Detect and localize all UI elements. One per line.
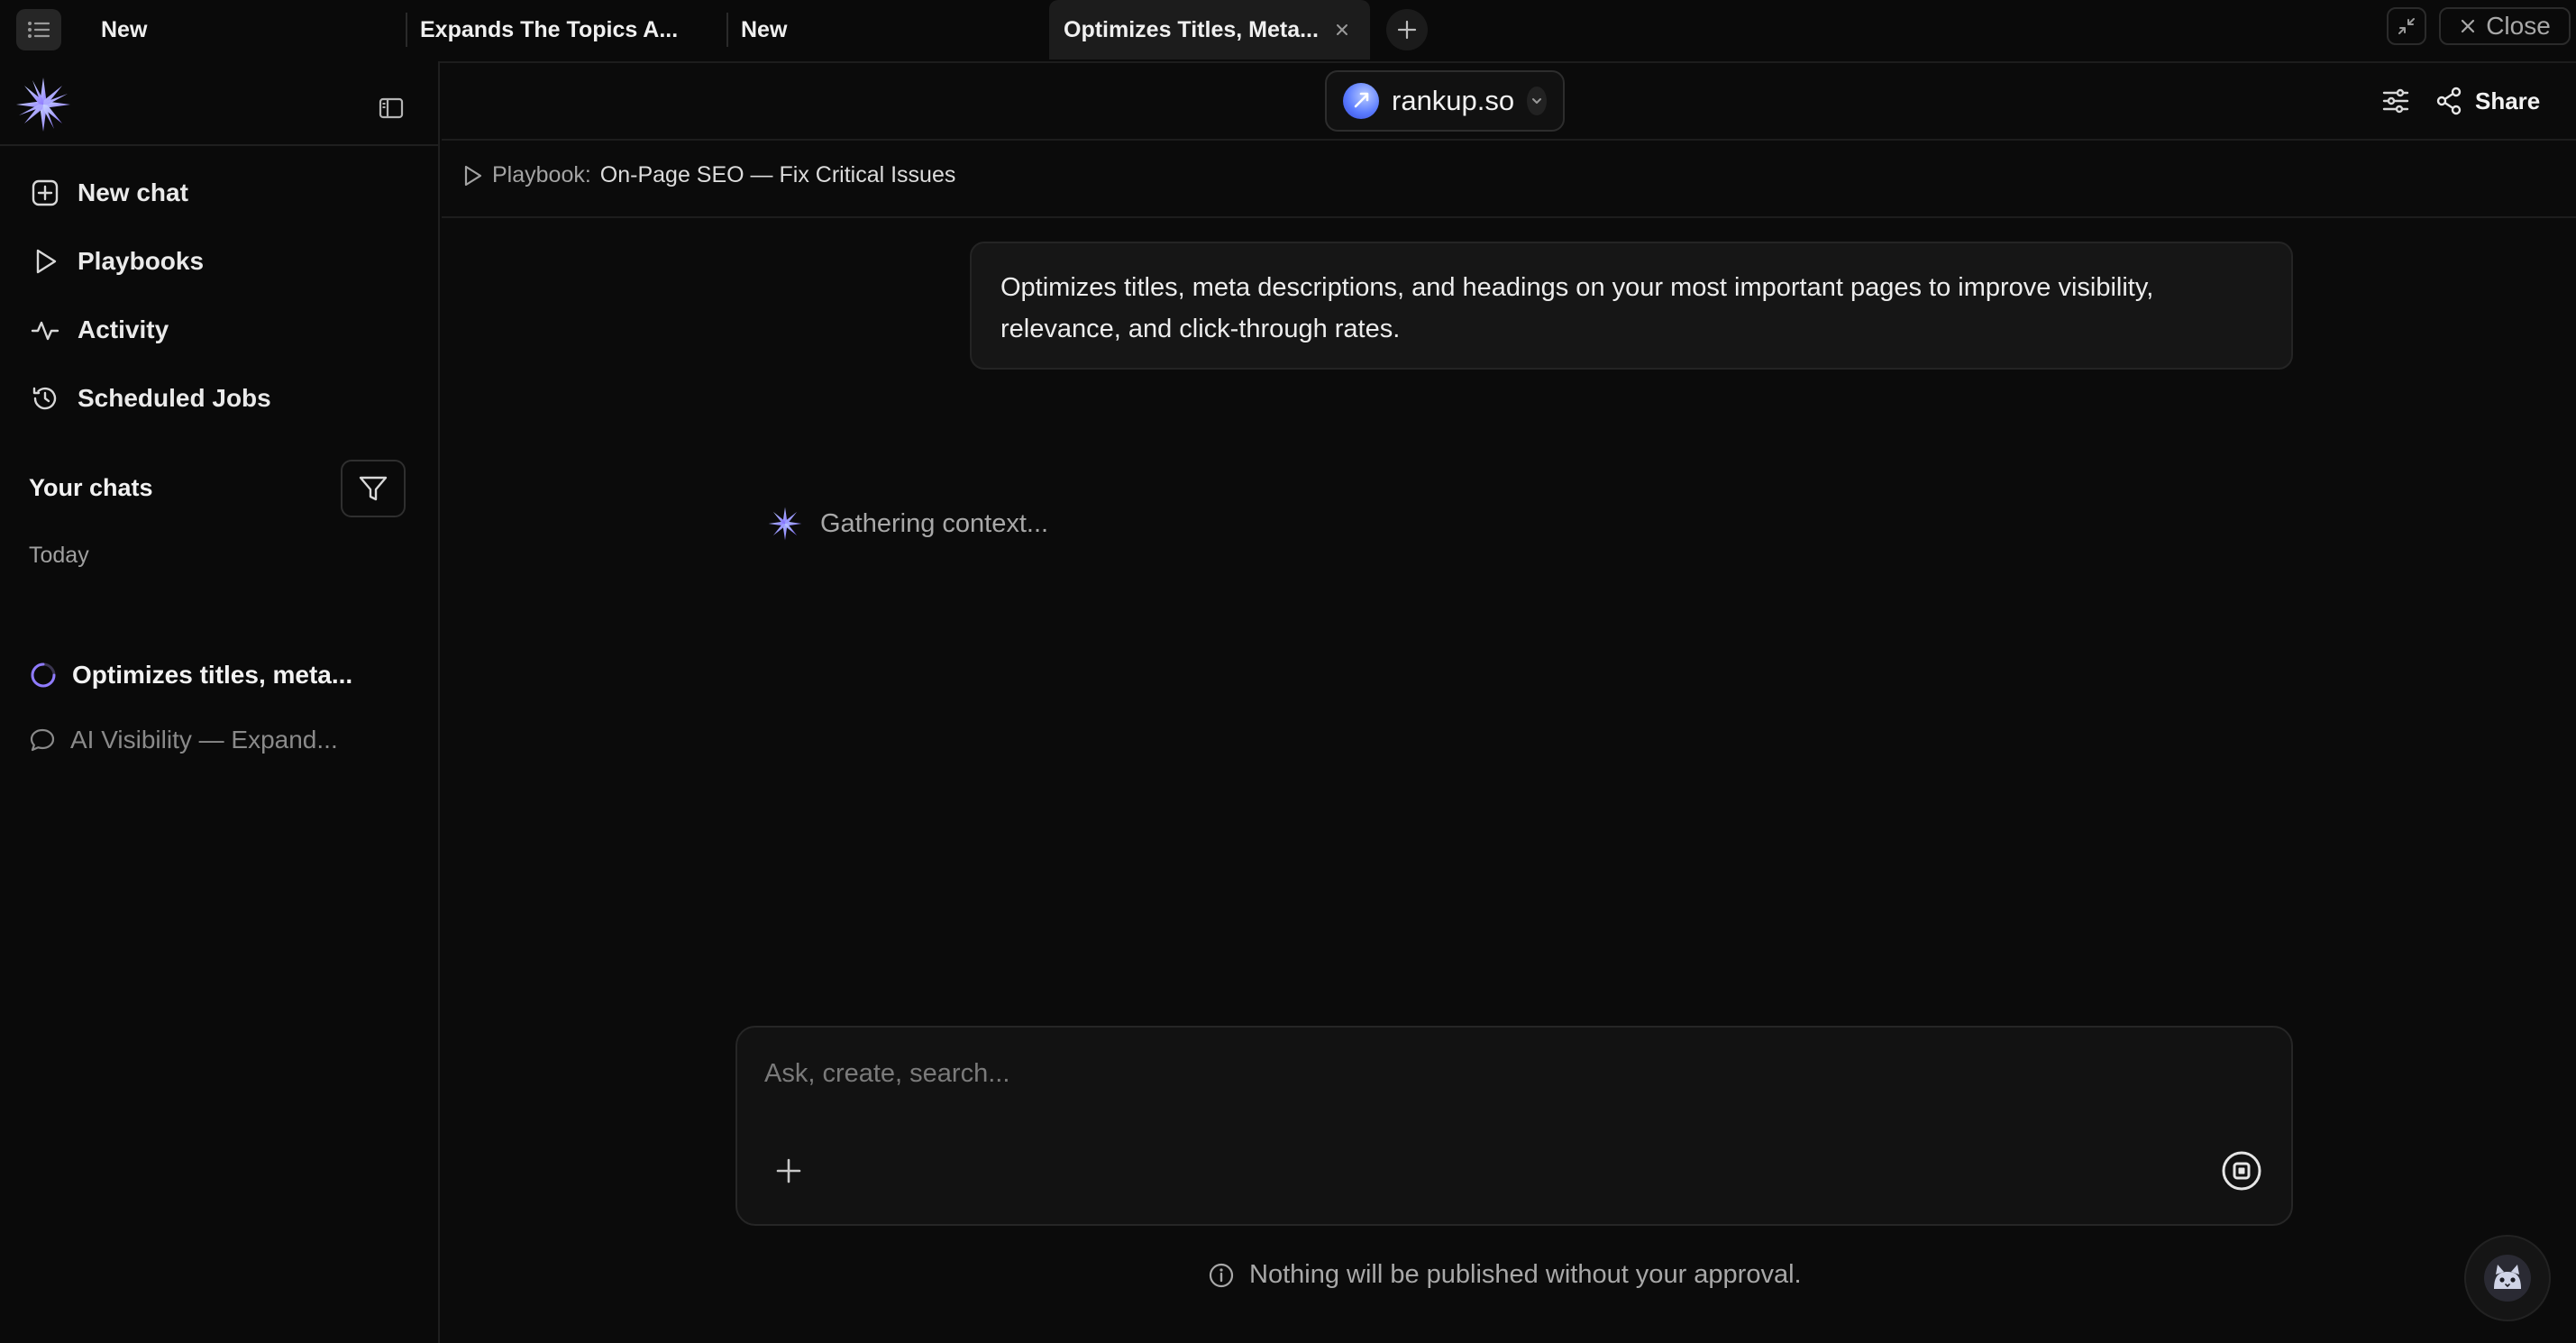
loading-spinner-icon	[31, 662, 56, 688]
close-window-label: Close	[2486, 12, 2551, 40]
tab-label: Expands The Topics A...	[420, 16, 679, 42]
filter-chats-button[interactable]	[341, 460, 406, 517]
stop-icon	[2222, 1151, 2261, 1191]
sidebar-item-label: Playbooks	[78, 247, 205, 275]
sidebar-icon	[379, 97, 404, 119]
your-chats-title: Your chats	[29, 474, 153, 501]
message-composer	[735, 1026, 2293, 1226]
plus-icon	[1397, 20, 1417, 40]
tab-new-2[interactable]: New	[726, 0, 1047, 59]
sliders-icon	[2382, 88, 2409, 114]
tab-label: Optimizes Titles, Meta...	[1064, 16, 1319, 42]
chat-item-label: AI Visibility — Expand...	[70, 726, 338, 754]
sidebar-item-scheduled-jobs[interactable]: Scheduled Jobs	[14, 370, 425, 427]
collapse-sidebar-button[interactable]	[371, 88, 411, 128]
play-icon	[36, 249, 57, 274]
tab-close-button[interactable]	[1332, 20, 1352, 40]
cat-avatar-icon	[2484, 1255, 2531, 1302]
approval-disclaimer: Nothing will be published without your a…	[1208, 1260, 1802, 1290]
workspace-logo	[1343, 83, 1379, 119]
tab-optimizes-titles[interactable]: Optimizes Titles, Meta...	[1049, 0, 1370, 59]
workspace-selector[interactable]: rankup.so	[1325, 70, 1565, 132]
add-attachment-button[interactable]	[764, 1147, 813, 1195]
share-label: Share	[2475, 87, 2541, 114]
tab-list-button[interactable]	[16, 9, 61, 50]
tab-label: New	[101, 16, 148, 42]
breadcrumb-prefix: Playbook:	[492, 162, 591, 187]
starburst-logo-icon	[16, 78, 70, 132]
chat-item-label: Optimizes titles, meta...	[72, 661, 353, 689]
chat-item-optimizes-titles[interactable]: Optimizes titles, meta...	[29, 653, 425, 698]
tab-label: New	[741, 16, 788, 42]
chat-bubble-icon	[30, 728, 55, 752]
plus-square-icon	[32, 179, 59, 206]
agent-status-text: Gathering context...	[820, 508, 1049, 538]
chevron-down-icon	[1532, 98, 1542, 104]
sidebar: New chat Playbooks Activity Scheduled Jo…	[0, 61, 440, 1343]
tab-expands-topics[interactable]: Expands The Topics A...	[406, 0, 726, 59]
sidebar-item-label: Activity	[78, 315, 169, 343]
sidebar-divider	[0, 144, 438, 146]
close-icon	[1337, 24, 1347, 35]
tab-new-1[interactable]: New	[87, 0, 406, 59]
sidebar-item-activity[interactable]: Activity	[14, 301, 425, 359]
sidebar-item-new-chat[interactable]: New chat	[14, 164, 425, 222]
tab-bar: New Expands The Topics A... New Optimize…	[0, 0, 2576, 63]
sidebar-item-label: Scheduled Jobs	[78, 384, 271, 412]
breadcrumb-divider	[442, 216, 2576, 218]
settings-button[interactable]	[2376, 83, 2416, 119]
history-icon	[32, 387, 57, 410]
message-input[interactable]	[764, 1051, 2206, 1096]
disclaimer-text: Nothing will be published without your a…	[1249, 1260, 1802, 1289]
share-button[interactable]: Share	[2435, 81, 2553, 121]
rocket-icon	[1354, 92, 1369, 108]
workspace-name: rankup.so	[1392, 85, 1515, 116]
workspace-dropdown	[1527, 87, 1547, 115]
header-divider	[442, 139, 2576, 141]
support-chat-button[interactable]	[2464, 1235, 2551, 1321]
breadcrumb[interactable]: Playbook: On-Page SEO — Fix Critical Iss…	[461, 162, 955, 188]
filter-icon	[359, 476, 388, 501]
tab-separator	[726, 13, 728, 47]
close-window-button[interactable]: Close	[2439, 7, 2571, 45]
close-icon	[2462, 19, 2475, 33]
minimize-window-button[interactable]	[2387, 7, 2426, 45]
activity-icon	[31, 321, 59, 341]
sidebar-item-playbooks[interactable]: Playbooks	[14, 233, 425, 290]
tab-separator	[406, 13, 407, 47]
shrink-icon	[2398, 18, 2415, 34]
user-prompt-message: Optimizes titles, meta descriptions, and…	[970, 242, 2293, 370]
play-icon	[464, 165, 482, 186]
chat-item-ai-visibility[interactable]: AI Visibility — Expand...	[29, 717, 425, 763]
sidebar-item-label: New chat	[78, 178, 188, 206]
plus-icon	[776, 1158, 801, 1183]
chat-group-today: Today	[29, 543, 89, 568]
new-tab-button[interactable]	[1386, 9, 1428, 50]
agent-status: Gathering context...	[766, 505, 1048, 543]
share-icon	[2436, 87, 2462, 115]
main-panel: rankup.so Share Playbook: On-Page SEO — …	[442, 61, 2576, 1343]
starburst-icon	[768, 507, 802, 541]
info-icon	[1209, 1263, 1234, 1287]
app-logo[interactable]	[14, 76, 72, 133]
breadcrumb-playbook-name: On-Page SEO — Fix Critical Issues	[599, 162, 956, 187]
stop-generation-button[interactable]	[2219, 1148, 2264, 1193]
list-icon	[28, 22, 50, 38]
